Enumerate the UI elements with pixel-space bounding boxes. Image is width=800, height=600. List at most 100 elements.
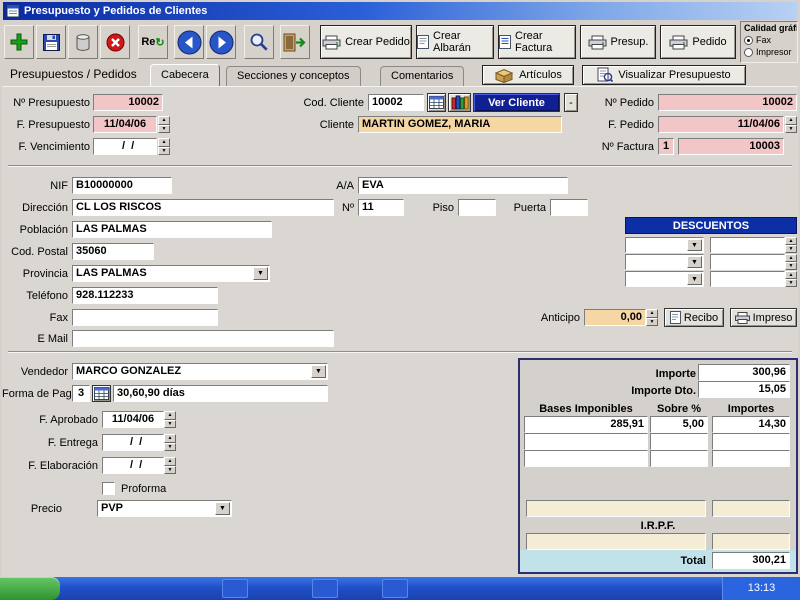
f-presupuesto-field[interactable]: 11/04/06 [93,116,157,133]
start-button[interactable] [0,577,60,600]
spin-up-icon[interactable]: ▲ [158,138,170,147]
search-button[interactable] [244,25,274,59]
fax-radio[interactable] [744,35,753,45]
direccion-field[interactable]: CL LOS RISCOS [72,199,334,216]
email-field[interactable] [72,330,334,347]
spin-down-icon[interactable]: ▼ [785,279,797,287]
imprimir-presupuesto-button[interactable]: Presup. [580,25,656,59]
aa-field[interactable]: EVA [358,177,568,194]
f-entrega-field[interactable]: / / [102,434,164,451]
spin-down-icon[interactable]: ▼ [158,124,170,133]
spin-up-icon[interactable]: ▲ [785,271,797,279]
spin-down-icon[interactable]: ▼ [158,146,170,155]
cod-cliente-field[interactable]: 10002 [368,94,424,111]
numero-field[interactable]: 11 [358,199,404,216]
poblacion-field[interactable]: LAS PALMAS [72,221,272,238]
f-aprobado-field[interactable]: 11/04/06 [102,411,164,428]
fax-field[interactable] [72,309,218,326]
tab-comentarios[interactable]: Comentarios [380,66,465,86]
n-factura-serie-field[interactable]: 1 [658,138,674,155]
n-pedido-field[interactable]: 10002 [658,94,797,111]
descuento-spinner[interactable]: ▲ ▼ [785,271,797,287]
descuento-value-field[interactable] [710,237,785,253]
descuento-combo[interactable]: ▼ [625,237,704,253]
exit-button[interactable] [280,25,310,59]
cod-postal-field[interactable]: 35060 [72,243,154,260]
descuento-combo[interactable]: ▼ [625,254,704,270]
descuento-value-field[interactable] [710,254,785,270]
spin-up-icon[interactable]: ▲ [164,411,176,420]
add-record-button[interactable] [4,25,34,59]
f-vencimiento-spinner[interactable]: ▲ ▼ [158,138,170,155]
spin-up-icon[interactable]: ▲ [158,116,170,125]
proforma-checkbox[interactable] [102,482,115,495]
chevron-down-icon[interactable]: ▼ [215,502,230,515]
chevron-down-icon[interactable]: ▼ [687,239,702,251]
visualizar-presupuesto-button[interactable]: Visualizar Presupuesto [582,65,746,85]
save-button[interactable] [36,25,66,59]
f-aprobado-spinner[interactable]: ▲ ▼ [164,411,176,428]
vendedor-combo[interactable]: MARCO GONZALEZ ▼ [72,363,328,380]
taskbar-item[interactable] [382,579,408,598]
f-elaboracion-spinner[interactable]: ▲ ▼ [164,457,176,474]
crear-factura-button[interactable]: Crear Factura [498,25,576,59]
spin-up-icon[interactable]: ▲ [785,116,797,125]
f-entrega-spinner[interactable]: ▲ ▼ [164,434,176,451]
spin-up-icon[interactable]: ▲ [164,457,176,466]
imprimir-pedido-button[interactable]: Pedido [660,25,736,59]
f-pedido-spinner[interactable]: ▲ ▼ [785,116,797,133]
spin-up-icon[interactable]: ▲ [785,254,797,262]
f-presupuesto-spinner[interactable]: ▲ ▼ [158,116,170,133]
precio-combo[interactable]: PVP ▼ [97,500,232,517]
tab-cabecera[interactable]: Cabecera [150,64,220,86]
delete-button[interactable] [68,25,98,59]
n-presupuesto-field[interactable]: 10002 [93,94,163,111]
spin-down-icon[interactable]: ▼ [164,465,176,474]
spin-down-icon[interactable]: ▼ [646,317,658,326]
impreso-button[interactable]: Impreso [730,308,797,327]
cliente-lookup-button[interactable] [427,93,446,112]
minus-button[interactable]: - [564,93,578,112]
spin-down-icon[interactable]: ▼ [164,419,176,428]
recibo-button[interactable]: Recibo [664,308,724,327]
forma-de-pago-lookup-button[interactable] [92,385,111,402]
descuento-combo[interactable]: ▼ [625,271,704,287]
descuento-value-field[interactable] [710,271,785,287]
f-vencimiento-field[interactable]: / / [93,138,157,155]
cliente-fichas-button[interactable] [448,93,471,112]
spin-up-icon[interactable]: ▲ [164,434,176,443]
crear-albaran-button[interactable]: Crear Albarán [416,25,494,59]
descuento-spinner[interactable]: ▲ ▼ [785,237,797,253]
spin-down-icon[interactable]: ▼ [785,245,797,253]
spin-down-icon[interactable]: ▼ [785,262,797,270]
nif-field[interactable]: B10000000 [72,177,172,194]
spin-up-icon[interactable]: ▲ [646,309,658,318]
spin-down-icon[interactable]: ▼ [785,124,797,133]
provincia-combo[interactable]: LAS PALMAS ▼ [72,265,270,282]
prev-record-button[interactable] [174,25,204,59]
taskbar-item[interactable] [312,579,338,598]
forma-de-pago-codigo-field[interactable]: 3 [72,385,90,402]
telefono-field[interactable]: 928.112233 [72,287,218,304]
piso-field[interactable] [458,199,496,216]
spin-up-icon[interactable]: ▲ [785,237,797,245]
refresh-button[interactable]: Re ↻ [138,25,168,59]
descuento-spinner[interactable]: ▲ ▼ [785,254,797,270]
chevron-down-icon[interactable]: ▼ [687,273,702,285]
n-factura-field[interactable]: 10003 [678,138,784,155]
chevron-down-icon[interactable]: ▼ [311,365,326,378]
articulos-button[interactable]: Artículos [482,65,574,85]
cliente-field[interactable]: MARTIN GOMEZ, MARIA [358,116,562,133]
tab-secciones-y-conceptos[interactable]: Secciones y conceptos [226,66,361,86]
f-pedido-field[interactable]: 11/04/06 [658,116,784,133]
cancel-button[interactable] [100,25,130,59]
spin-down-icon[interactable]: ▼ [164,442,176,451]
anticipo-field[interactable]: 0,00 [584,309,646,326]
next-record-button[interactable] [206,25,236,59]
puerta-field[interactable] [550,199,588,216]
f-elaboracion-field[interactable]: / / [102,457,164,474]
taskbar-item[interactable] [222,579,248,598]
impresor-radio[interactable] [744,47,753,57]
ver-cliente-button[interactable]: Ver Cliente [473,93,560,112]
anticipo-spinner[interactable]: ▲ ▼ [646,309,658,326]
